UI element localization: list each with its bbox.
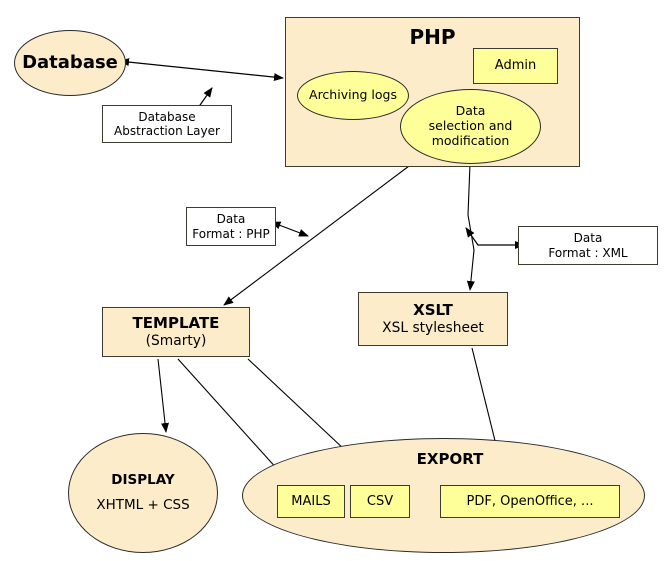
data-format-xml-node[interactable]: Data Format : XML <box>518 226 658 265</box>
export-item-pdf[interactable]: PDF, OpenOffice, ... <box>440 485 620 518</box>
export-item-label: MAILS <box>291 493 331 509</box>
dal-line1: Database <box>138 109 196 124</box>
data-selection-line1: Data <box>455 103 486 119</box>
template-title: TEMPLATE <box>132 314 220 333</box>
data-selection-line3: modification <box>431 132 510 148</box>
archiving-logs-module[interactable]: Archiving logs <box>297 71 409 120</box>
display-node[interactable]: DISPLAY XHTML + CSS <box>68 433 218 553</box>
architecture-diagram: PHP Admin Archiving logs Data selection … <box>0 0 670 561</box>
xslt-subtitle: XSL stylesheet <box>382 319 484 336</box>
php-title: PHP <box>409 25 456 49</box>
xslt-node[interactable]: XSLT XSL stylesheet <box>358 292 508 346</box>
export-item-mails[interactable]: MAILS <box>277 485 345 518</box>
export-item-csv[interactable]: CSV <box>350 485 410 518</box>
display-subtitle: XHTML + CSS <box>96 496 190 513</box>
edge-format-xml-link <box>465 227 525 249</box>
edge-format-php-link <box>270 221 309 237</box>
export-title: EXPORT <box>416 450 484 468</box>
edge-dataselection-xslt <box>466 163 475 291</box>
format-xml-line1: Data <box>573 231 603 246</box>
database-abstraction-layer-node[interactable]: Database Abstraction Layer <box>102 105 232 143</box>
display-title: DISPLAY <box>111 471 175 488</box>
template-subtitle: (Smarty) <box>145 332 207 349</box>
admin-label: Admin <box>494 58 537 74</box>
export-item-label: CSV <box>366 493 394 509</box>
xslt-title: XSLT <box>413 301 453 320</box>
template-node[interactable]: TEMPLATE (Smarty) <box>102 307 250 357</box>
database-node[interactable]: Database <box>14 30 126 96</box>
edge-template-display <box>157 358 169 433</box>
export-item-label: PDF, OpenOffice, ... <box>466 493 594 509</box>
data-selection-module[interactable]: Data selection and modification <box>400 89 541 164</box>
format-php-line1: Data <box>216 212 246 227</box>
format-xml-line2: Format : XML <box>548 245 628 260</box>
admin-module[interactable]: Admin <box>473 48 558 84</box>
database-label: Database <box>22 52 118 74</box>
edge-database-php <box>119 58 284 82</box>
data-selection-line2: selection and <box>428 118 513 134</box>
dal-line2: Abstraction Layer <box>114 124 220 138</box>
format-php-line2: Format : PHP <box>192 226 270 241</box>
archiving-logs-label: Archiving logs <box>309 87 397 103</box>
data-format-php-node[interactable]: Data Format : PHP <box>186 207 276 246</box>
